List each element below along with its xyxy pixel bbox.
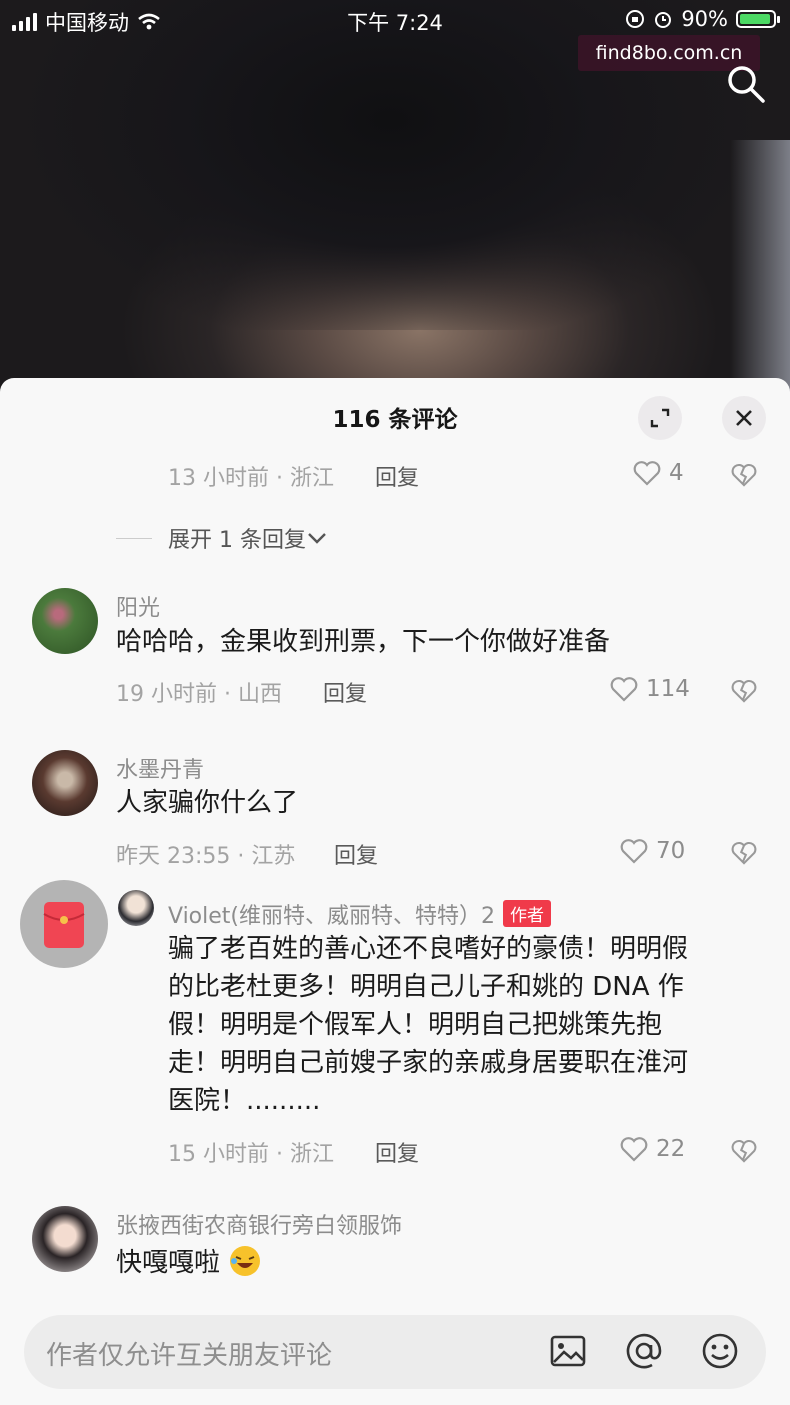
laughing-emoji-icon — [230, 1246, 261, 1276]
author-badge: 作者 — [503, 900, 551, 927]
like-count: 4 — [669, 460, 684, 486]
like-count: 70 — [656, 838, 686, 864]
comment-username[interactable]: Violet(维丽特、威丽特、特特）2 作者 — [168, 898, 551, 930]
comment-text: 人家骗你什么了 — [116, 788, 299, 818]
status-bar: 中国移动 下午 7:24 90% — [0, 0, 790, 40]
like-button[interactable]: 70 — [620, 838, 685, 864]
comment-text-line: 骗了老百姓的善心还不良嗜好的豪债！明明假 — [168, 934, 689, 964]
rotation-lock-icon — [626, 10, 645, 28]
red-envelope-icon — [43, 902, 85, 948]
comment-text: 快嘎嘎啦 — [116, 1244, 262, 1282]
broken-heart-icon[interactable] — [731, 840, 757, 866]
alarm-icon — [655, 12, 672, 28]
comment-text-label: 快嘎嘎啦 — [116, 1248, 221, 1278]
emoji-icon[interactable] — [700, 1331, 740, 1371]
heart-icon — [633, 461, 661, 486]
close-button[interactable] — [722, 396, 766, 440]
comment-text-line: 的比老杜更多！明明自己儿子和姚的 DNA 作 — [168, 972, 684, 1002]
video-frame-side — [730, 140, 790, 400]
comment-meta: 15 小时前 · 浙江 — [168, 1142, 334, 1167]
reply-button[interactable]: 回复 — [375, 460, 419, 492]
reply-button[interactable]: 回复 — [334, 838, 378, 870]
search-icon[interactable] — [722, 60, 770, 108]
like-count: 22 — [656, 1136, 686, 1162]
like-button[interactable]: 114 — [610, 676, 690, 702]
heart-icon — [620, 1137, 648, 1162]
heart-icon — [620, 839, 648, 864]
divider — [116, 537, 152, 539]
comment-text: 骗了老百姓的善心还不良嗜好的豪债！明明假 的比老杜更多！明明自己儿子和姚的 DN… — [168, 930, 688, 1120]
comment-text-line: 走！明明自己前嫂子家的亲戚身居要职在淮河 — [168, 1048, 689, 1078]
battery-percent: 90% — [681, 7, 728, 31]
broken-heart-icon[interactable] — [731, 462, 757, 488]
red-envelope-button[interactable] — [20, 880, 108, 968]
comment-meta: 昨天 23:55 · 江苏 — [116, 844, 296, 869]
broken-heart-icon[interactable] — [731, 678, 757, 704]
comment-text: 哈哈哈，金果收到刑票，下一个你做好准备 — [116, 627, 611, 657]
expand-replies[interactable]: 展开 1 条回复 — [116, 522, 328, 554]
comment-input[interactable]: 作者仅允许互关朋友评论 — [24, 1315, 766, 1389]
like-count: 114 — [646, 676, 690, 702]
like-button[interactable]: 22 — [620, 1136, 685, 1162]
image-icon[interactable] — [548, 1331, 588, 1371]
avatar[interactable] — [32, 750, 98, 816]
comments-sheet: 116 条评论 13 小时前 · 浙江 回复 4 展开 1 条回复 阳光 哈哈哈… — [0, 378, 790, 1405]
heart-icon — [610, 677, 638, 702]
expand-replies-label: 展开 1 条回复 — [168, 528, 306, 553]
battery-icon — [736, 10, 780, 28]
comment-username[interactable]: 张掖西街农商银行旁白领服饰 — [116, 1208, 402, 1240]
like-button[interactable]: 4 — [633, 460, 684, 486]
comment-text-line: 假！明明是个假军人！明明自己把姚策先抱 — [168, 1010, 663, 1040]
chevron-down-icon — [308, 533, 326, 544]
at-icon[interactable] — [624, 1331, 664, 1371]
expand-button[interactable] — [638, 396, 682, 440]
comment-username[interactable]: 阳光 — [116, 590, 160, 622]
expand-icon — [650, 408, 670, 428]
comment-meta: 13 小时前 · 浙江 — [168, 466, 334, 491]
comment-username[interactable]: 水墨丹青 — [116, 752, 204, 784]
reply-button[interactable]: 回复 — [375, 1136, 419, 1168]
comment-text-line: 医院！......... — [168, 1086, 321, 1116]
broken-heart-icon[interactable] — [731, 1138, 757, 1164]
avatar[interactable] — [32, 1206, 98, 1272]
reply-button[interactable]: 回复 — [323, 676, 367, 708]
close-icon — [736, 410, 752, 426]
avatar[interactable] — [32, 588, 98, 654]
comment-username-label: Violet(维丽特、威丽特、特特）2 — [168, 904, 495, 929]
comment-meta: 19 小时前 · 山西 — [116, 682, 282, 707]
avatar[interactable] — [118, 890, 154, 926]
comment-input-placeholder: 作者仅允许互关朋友评论 — [46, 1341, 333, 1371]
